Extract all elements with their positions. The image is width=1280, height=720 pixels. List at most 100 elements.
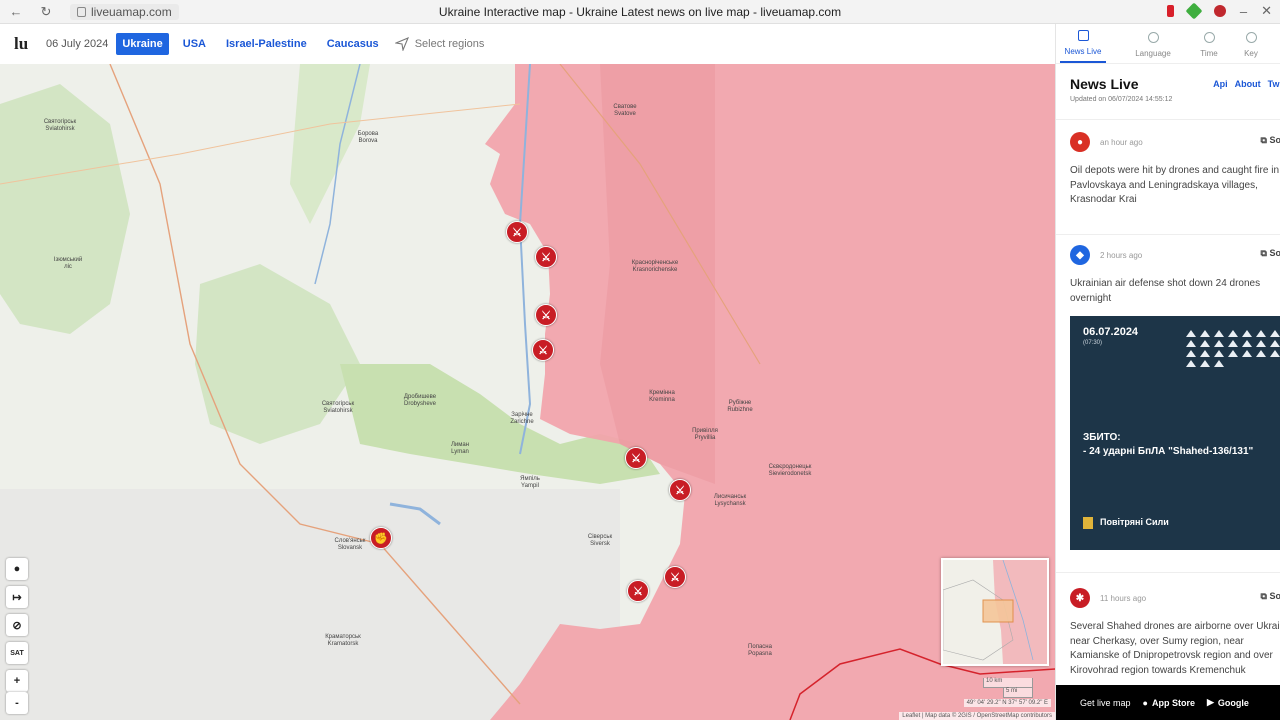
news-meta: ✱ 11 hours ago [1070, 588, 1267, 608]
liveuamap-logo[interactable]: lu [14, 35, 32, 53]
api-link[interactable]: Api [1213, 79, 1228, 89]
drone-icon [1186, 340, 1196, 347]
extension-red-icon[interactable] [1213, 5, 1226, 17]
rifle-marker-icon[interactable]: ⚔ [535, 246, 557, 268]
news-source-link[interactable]: ⧉ So [1261, 248, 1280, 259]
back-icon[interactable]: ← [4, 4, 28, 19]
image-headline: ЗБИТО: [1083, 432, 1121, 443]
image-detail: - 24 ударні БпЛА "Shahed-136/131" [1083, 446, 1254, 457]
news-panel: News Live Language Time Key News Live Ap… [1055, 24, 1280, 720]
minimap[interactable] [941, 558, 1049, 666]
bookmark-icon[interactable] [1166, 5, 1174, 17]
tab-language-label: Language [1135, 49, 1171, 58]
reload-icon[interactable]: ↻ [34, 4, 58, 20]
place-label: Сіверськ Siversk [587, 534, 613, 547]
divider [1056, 234, 1280, 235]
place-label: Сватове Svatove [613, 104, 637, 117]
place-label: Ізюмський ліс [53, 257, 83, 270]
news-image[interactable]: 06.07.2024 (07:30) ЗБИТО: - 24 ударні Бп… [1070, 316, 1280, 550]
google-play-button[interactable]: ▶ Google [1207, 697, 1249, 708]
news-item[interactable]: ● an hour ago ⧉ So Oil depots were hit b… [1056, 132, 1280, 208]
rifle-marker-icon[interactable]: ⚔ [669, 479, 691, 501]
place-label: Попасна Popasna [748, 644, 772, 657]
newspaper-icon [1077, 30, 1089, 41]
apple-icon: ● [1142, 697, 1148, 708]
lock-icon [77, 6, 86, 17]
address-bar[interactable]: liveuamap.com [70, 3, 179, 20]
satellite-toggle[interactable]: SAT [6, 642, 28, 664]
rifle-marker-icon[interactable]: ⚔ [664, 566, 686, 588]
panel-header: News Live Api About Twi Updated on 06/07… [1056, 64, 1280, 103]
map-canvas[interactable] [0, 64, 1055, 720]
tab-time-label: Time [1200, 49, 1218, 58]
fist-marker-icon[interactable]: ✊ [370, 527, 392, 549]
drone-icon [1200, 350, 1210, 357]
drone-icon [1228, 340, 1238, 347]
zoom-out-button[interactable]: - [6, 692, 28, 714]
tab-language[interactable]: Language [1130, 24, 1176, 63]
get-app-label: Get live map [1080, 697, 1131, 708]
rifle-marker-icon[interactable]: ⚔ [627, 580, 649, 602]
zoom-in-button[interactable]: + [6, 670, 28, 692]
drone-icon [1214, 330, 1224, 337]
place-label: Зарічне Zarichne [510, 412, 534, 425]
rifle-marker-icon[interactable]: ⚔ [532, 339, 554, 361]
drone-alert-icon: ✱ [1070, 588, 1090, 608]
drone-icon [1186, 330, 1196, 337]
place-label: Лиман Lyman [450, 442, 470, 455]
tab-time[interactable]: Time [1186, 24, 1232, 63]
panel-tabs: News Live Language Time Key [1056, 24, 1280, 64]
rifle-marker-icon[interactable]: ⚔ [625, 447, 647, 469]
place-label: Лисичанськ Lysychansk [713, 494, 747, 507]
site-topbar: lu 06 July 2024 Ukraine USA Israel-Pales… [0, 24, 1055, 64]
scale-mi: 5 mi [1003, 688, 1033, 698]
region-israel-palestine-button[interactable]: Israel-Palestine [220, 33, 313, 55]
select-regions-button[interactable]: Select regions [394, 37, 484, 51]
play-icon: ▶ [1206, 697, 1214, 707]
panel-links: Api About Twi [1213, 79, 1280, 89]
drone-icon [1214, 360, 1224, 367]
region-usa-button[interactable]: USA [177, 33, 212, 55]
dot-control[interactable]: ● [6, 558, 28, 580]
drone-icons [1186, 330, 1280, 367]
place-label: Ямпіль Yampil [520, 476, 540, 489]
map-view[interactable]: Святогірськ Sviatohirsk Борова Borova Ізюм… [0, 64, 1055, 720]
news-source-link[interactable]: ⧉ So [1261, 591, 1280, 602]
minimize-icon[interactable]: – [1240, 4, 1247, 19]
news-text: Ukrainian air defense shot down 24 drone… [1070, 278, 1261, 304]
news-source-link[interactable]: ⧉ So [1261, 135, 1280, 146]
drone-icon [1200, 340, 1210, 347]
news-source-label: So [1269, 135, 1280, 145]
place-label: Кремінна Kreminna [649, 390, 675, 403]
app-store-button[interactable]: ● App Store [1143, 698, 1195, 708]
rifle-marker-icon[interactable]: ⚔ [535, 304, 557, 326]
region-ukraine-button[interactable]: Ukraine [116, 33, 169, 55]
about-link[interactable]: About [1235, 79, 1261, 89]
drone-icon [1186, 350, 1196, 357]
image-org: Повітряні Сили [1100, 517, 1169, 527]
page-title: Ukraine Interactive map - Ukraine Latest… [438, 5, 842, 19]
hide-layer-control[interactable]: ⊘ [6, 614, 28, 636]
close-window-icon[interactable]: ✕ [1261, 3, 1272, 19]
divider [1056, 572, 1280, 573]
place-label: Привілля Pryvillia [692, 428, 718, 441]
extension-green-icon[interactable] [1185, 2, 1203, 20]
news-source-label: So [1269, 591, 1280, 601]
tab-key[interactable]: Key [1228, 24, 1274, 63]
direction-control[interactable]: ↦ [6, 586, 28, 608]
place-label: Красноріченське Krasnorichenske [631, 260, 679, 273]
rifle-marker-icon[interactable]: ⚔ [506, 221, 528, 243]
extension-area: – ✕ [1166, 2, 1272, 20]
app-store-label: App Store [1151, 697, 1195, 708]
map-attribution[interactable]: Leaflet | Map data © 2GIS / OpenStreetMa… [899, 712, 1055, 720]
news-text: Several Shahed drones are airborne over … [1070, 621, 1280, 676]
current-date[interactable]: 06 July 2024 [46, 38, 108, 50]
news-item[interactable]: ◆ 2 hours ago ⧉ So Ukrainian air defense… [1056, 245, 1280, 306]
news-item[interactable]: ✱ 11 hours ago ⧉ So Several Shahed drone… [1056, 588, 1280, 678]
tab-news-live[interactable]: News Live [1060, 24, 1106, 63]
region-caucasus-button[interactable]: Caucasus [321, 33, 385, 55]
drone-icon [1242, 350, 1252, 357]
twitter-link[interactable]: Twi [1268, 79, 1280, 89]
drone-icon [1228, 350, 1238, 357]
place-label: Сєвєродонецьк Sievierodonetsk [768, 464, 812, 477]
